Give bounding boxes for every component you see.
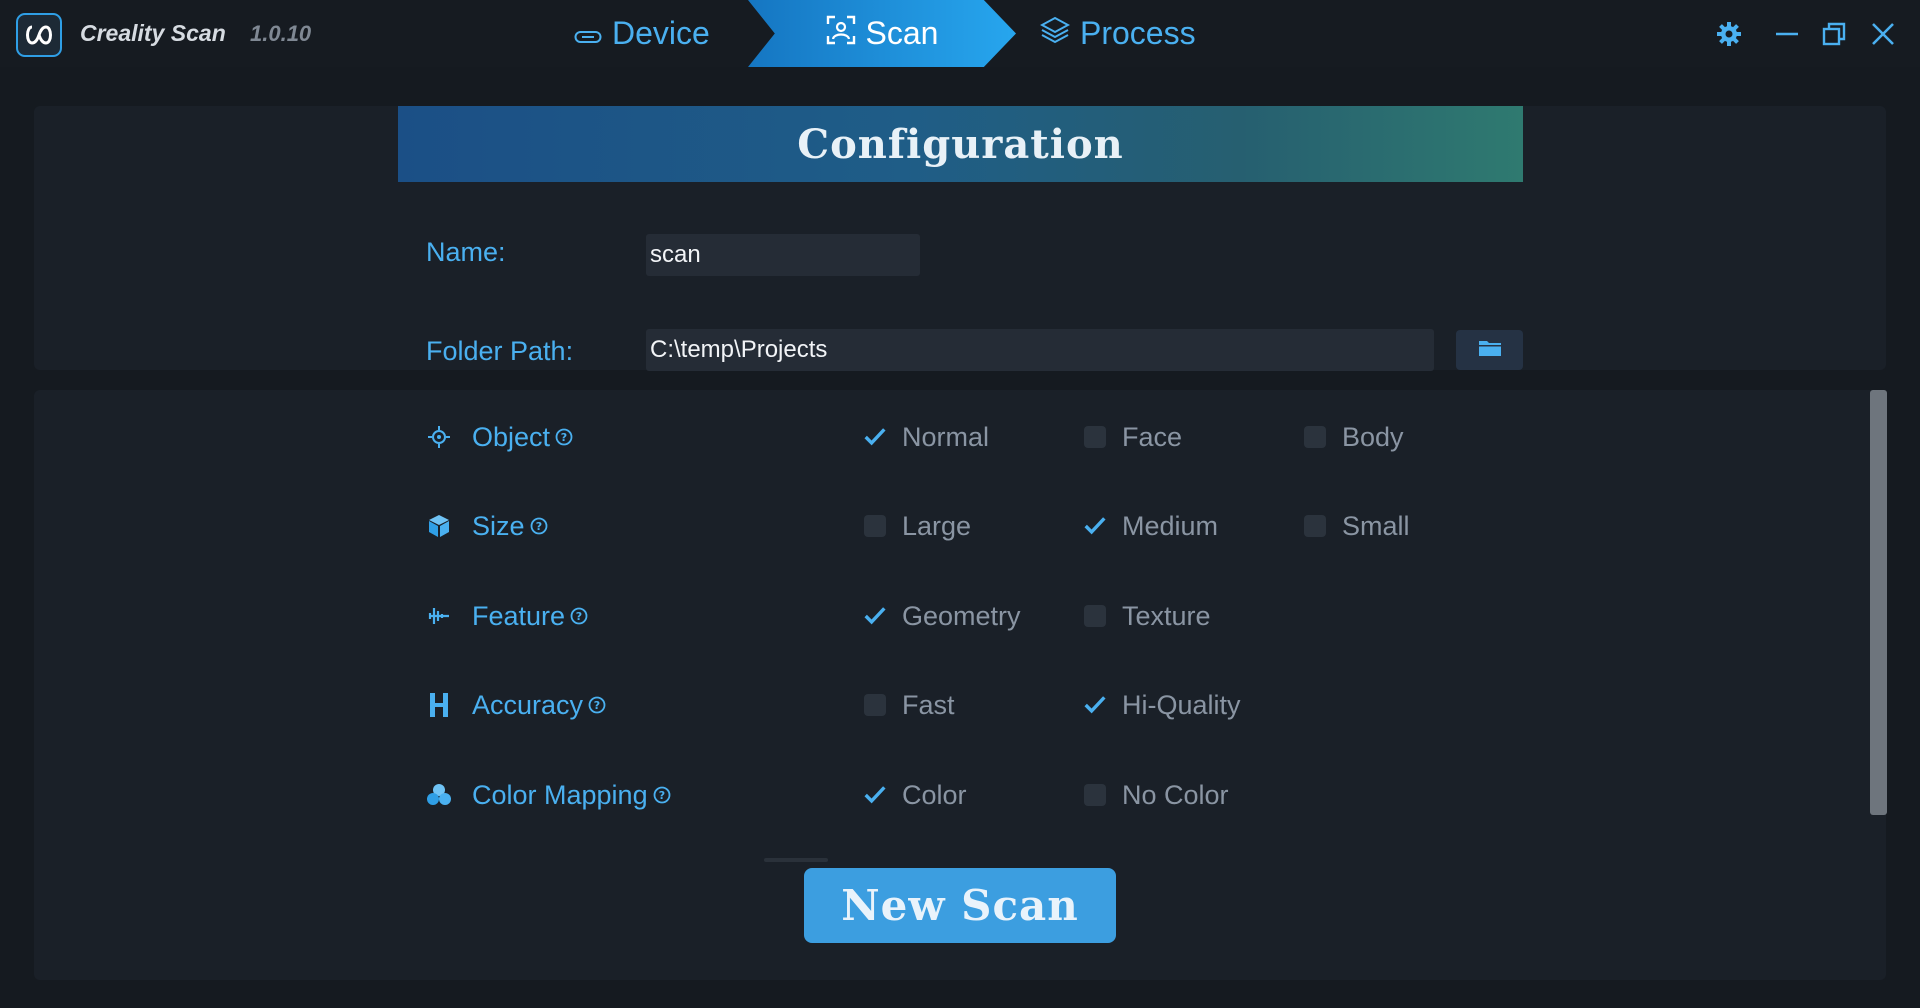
choice-hi-quality[interactable]: Hi-Quality: [1084, 685, 1241, 725]
app-version: 1.0.10: [250, 21, 312, 46]
palette-icon: [424, 780, 454, 810]
checkbox-checked-icon[interactable]: [864, 784, 886, 806]
tab-process-label: Process: [1080, 15, 1196, 51]
choice-label: Geometry: [902, 600, 1021, 631]
svg-text:?: ?: [561, 431, 567, 444]
name-input-value: scan: [650, 241, 701, 268]
option-label-size: Size ?: [424, 506, 549, 546]
option-name: Accuracy: [472, 689, 584, 720]
svg-text:?: ?: [658, 789, 664, 802]
option-row-color-mapping: Color Mapping ? Color No Color: [424, 775, 1524, 815]
tab-process[interactable]: Process: [1039, 0, 1196, 67]
checkbox-unchecked-icon[interactable]: [1084, 426, 1106, 448]
choice-label: Normal: [902, 421, 990, 452]
configuration-title: Configuration: [797, 120, 1124, 168]
choice-label: Medium: [1122, 510, 1219, 541]
choice-no-color[interactable]: No Color: [1084, 775, 1229, 815]
folder-path-label: Folder Path:: [426, 336, 574, 366]
choice-label: Texture: [1122, 600, 1211, 631]
checkbox-unchecked-icon[interactable]: [1084, 784, 1106, 806]
help-icon[interactable]: ?: [554, 427, 574, 447]
choice-label: Fast: [902, 689, 955, 720]
h-icon: [424, 690, 454, 720]
new-scan-button[interactable]: New Scan: [804, 868, 1116, 943]
choice-label: Face: [1122, 421, 1183, 452]
choice-label: Color: [902, 779, 967, 810]
option-label-object: Object ?: [424, 417, 574, 457]
choice-body[interactable]: Body: [1304, 417, 1404, 457]
choice-label: Large: [902, 510, 972, 541]
device-icon: [574, 15, 602, 52]
choice-color[interactable]: Color: [864, 775, 967, 815]
choice-texture[interactable]: Texture: [1084, 596, 1211, 636]
choice-fast[interactable]: Fast: [864, 685, 955, 725]
options-scrollbar[interactable]: [1870, 390, 1887, 815]
browse-folder-button[interactable]: [1456, 330, 1523, 370]
checkbox-checked-icon[interactable]: [1084, 515, 1106, 537]
choice-small[interactable]: Small: [1304, 506, 1410, 546]
svg-text:?: ?: [535, 520, 541, 533]
option-name: Object: [472, 421, 551, 452]
help-icon[interactable]: ?: [587, 695, 607, 715]
option-row-object: Object ? Normal Face Body: [424, 417, 1524, 457]
waveform-icon: [424, 601, 454, 631]
checkbox-unchecked-icon[interactable]: [864, 694, 886, 716]
option-name: Color Mapping: [472, 779, 648, 810]
app-name: Creality Scan: [80, 20, 226, 46]
tab-scan-label: Scan: [865, 15, 939, 51]
title-bar: Creality Scan 1.0.10 Device Scan Process: [0, 0, 1920, 67]
handle-bar: [764, 858, 828, 862]
checkbox-unchecked-icon[interactable]: [864, 515, 886, 537]
svg-text:?: ?: [576, 610, 582, 623]
option-row-feature: Feature ? Geometry Texture: [424, 596, 1524, 636]
app-logo-icon: [16, 13, 62, 57]
choice-label: Hi-Quality: [1122, 689, 1241, 720]
help-icon[interactable]: ?: [652, 785, 672, 805]
option-row-accuracy: Accuracy ? Fast Hi-Quality: [424, 685, 1524, 725]
folder-path-input[interactable]: C:\temp\Projects: [646, 329, 1434, 371]
close-icon[interactable]: [1866, 17, 1900, 51]
option-name: Feature: [472, 600, 566, 631]
layers-icon: [1039, 15, 1071, 52]
name-input[interactable]: scan: [646, 234, 920, 276]
choice-face[interactable]: Face: [1084, 417, 1182, 457]
option-name: Size: [472, 510, 525, 541]
checkbox-checked-icon[interactable]: [864, 426, 886, 448]
option-label-color-mapping: Color Mapping ?: [424, 775, 672, 815]
tab-scan[interactable]: Scan: [748, 0, 1016, 67]
scan-icon: [826, 15, 856, 53]
choice-label: No Color: [1122, 779, 1229, 810]
help-icon[interactable]: ?: [529, 516, 549, 536]
gear-icon[interactable]: [1712, 17, 1746, 51]
checkbox-checked-icon[interactable]: [1084, 694, 1106, 716]
choice-large[interactable]: Large: [864, 506, 971, 546]
minimize-icon[interactable]: [1770, 17, 1804, 51]
option-label-feature: Feature ?: [424, 596, 589, 636]
choice-geometry[interactable]: Geometry: [864, 596, 1021, 636]
restore-icon[interactable]: [1817, 17, 1851, 51]
choice-medium[interactable]: Medium: [1084, 506, 1218, 546]
checkbox-unchecked-icon[interactable]: [1304, 426, 1326, 448]
svg-text:?: ?: [594, 699, 600, 712]
choice-normal[interactable]: Normal: [864, 417, 989, 457]
folder-path-input-value: C:\temp\Projects: [650, 336, 828, 363]
configuration-banner: Configuration: [398, 106, 1523, 182]
choice-label: Small: [1342, 510, 1410, 541]
cube-icon: [424, 511, 454, 541]
target-icon: [424, 422, 454, 452]
tab-device[interactable]: Device: [574, 0, 710, 67]
checkbox-unchecked-icon[interactable]: [1304, 515, 1326, 537]
help-icon[interactable]: ?: [569, 606, 589, 626]
option-label-accuracy: Accuracy ?: [424, 685, 607, 725]
choice-label: Body: [1342, 421, 1404, 452]
tab-device-label: Device: [612, 15, 710, 51]
checkbox-checked-icon[interactable]: [864, 605, 886, 627]
name-label: Name:: [426, 237, 506, 267]
option-row-size: Size ? Large Medium Small: [424, 506, 1524, 546]
folder-icon: [1478, 339, 1502, 362]
checkbox-unchecked-icon[interactable]: [1084, 605, 1106, 627]
